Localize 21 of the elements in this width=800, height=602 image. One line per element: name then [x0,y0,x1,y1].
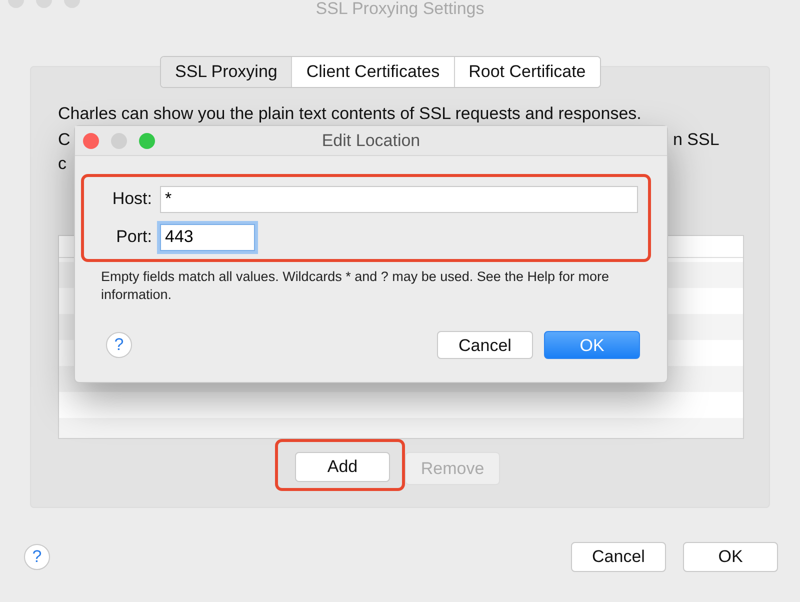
input-field[interactable]: 443 [160,224,255,250]
cancel-button[interactable]: Cancel [437,331,533,359]
dialog-title: Edit Location [322,130,420,152]
ok-button[interactable]: OK [683,542,778,572]
description-text: C [58,129,70,151]
window-control-icon[interactable] [111,133,127,149]
field-label: Host: [111,188,152,210]
description-text: n SSL [673,129,720,151]
help-button[interactable]: ? [24,544,50,570]
window-control-icon[interactable] [139,133,155,149]
help-button[interactable]: ? [106,332,132,358]
description-text: c [58,153,66,175]
input-field[interactable]: * [160,186,638,212]
window-control-icon[interactable] [83,133,99,149]
cancel-button[interactable]: Cancel [571,542,666,572]
hint-text: Empty fields match all values. Wildcards * and ? may be used. See the Help for more information. [101,268,610,304]
description-text: Charles can show you the plain text contents of SSL requests and responses. [58,103,642,125]
tab[interactable]: SSL Proxying [161,57,292,86]
window-title: SSL Proxying Settings [316,0,484,20]
field-label: Port: [115,226,152,248]
add-button[interactable]: Add [295,452,390,482]
